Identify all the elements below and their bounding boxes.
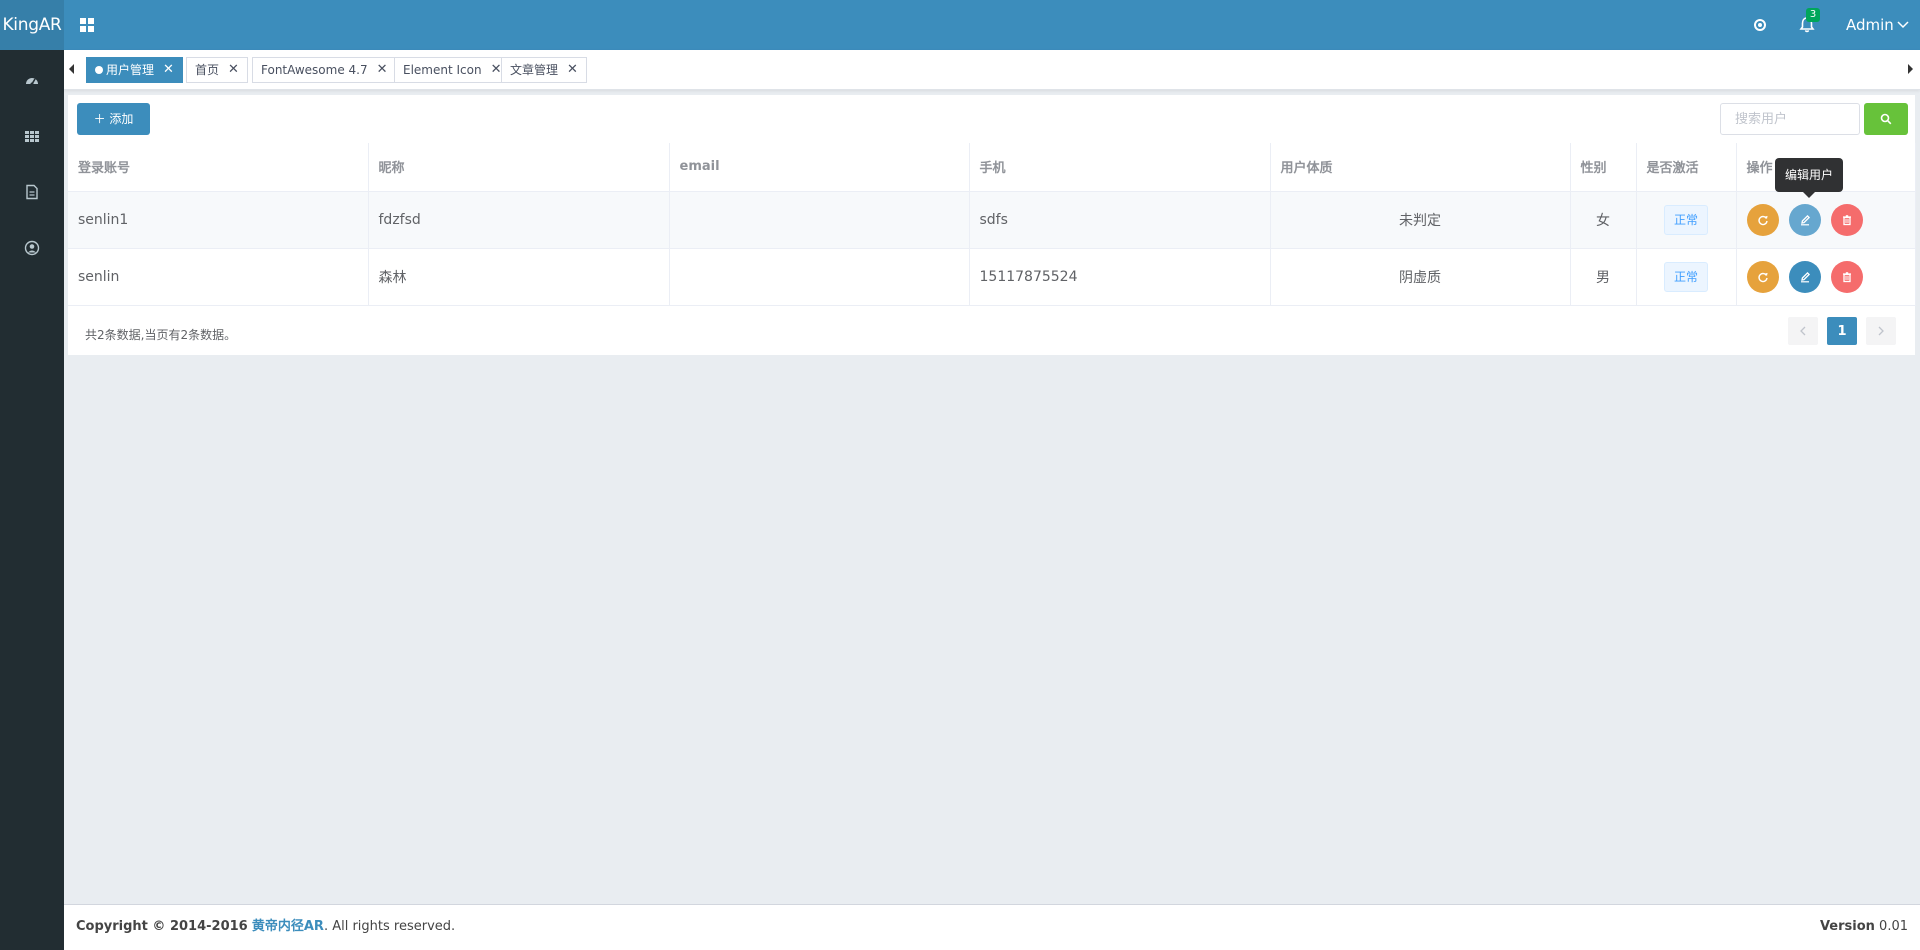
- close-icon[interactable]: ✕: [491, 58, 502, 82]
- sidebar-item-documents[interactable]: [0, 164, 64, 220]
- chevron-down-icon: [1897, 20, 1909, 28]
- tab-label: 用户管理: [106, 63, 155, 77]
- user-name: Admin: [1846, 16, 1894, 34]
- close-icon[interactable]: ✕: [567, 58, 578, 82]
- edit-icon: [1800, 271, 1810, 282]
- delete-user-button[interactable]: [1830, 260, 1863, 293]
- cell-actions: [1736, 248, 1916, 306]
- user-table: 登录账号 昵称 email 手机 用户体质 性别 是否激活 操作 senlin1…: [68, 143, 1916, 306]
- sidebar: [0, 50, 64, 950]
- cell-gender: 女: [1570, 191, 1637, 249]
- add-label: 添加: [109, 112, 134, 126]
- brand-link[interactable]: 黄帝内径AR: [252, 919, 324, 934]
- table-header-row: 登录账号 昵称 email 手机 用户体质 性别 是否激活 操作: [68, 143, 1916, 192]
- tab-user-management[interactable]: 用户管理 ✕: [86, 57, 183, 83]
- copyright-prefix: Copyright © 2014-2016: [76, 919, 248, 934]
- delete-user-button[interactable]: [1830, 203, 1863, 236]
- active-dot-icon: [95, 66, 103, 74]
- copyright: Copyright © 2014-2016 黄帝内径AR. All rights…: [76, 905, 455, 949]
- tabs-scroll-right-icon[interactable]: [1906, 63, 1916, 77]
- refresh-icon: [1757, 272, 1768, 282]
- dashboard-icon: [26, 78, 38, 86]
- cell-phone: 15117875524: [969, 248, 1271, 306]
- column-header[interactable]: 昵称: [368, 143, 670, 192]
- cell-active: 正常: [1636, 248, 1737, 306]
- chevron-left-icon: [1800, 326, 1806, 336]
- refresh-icon: [1757, 215, 1768, 225]
- apps-grid-icon: [25, 131, 39, 142]
- cell-nickname: 森林: [368, 248, 670, 306]
- tab-label: 首页: [195, 63, 220, 77]
- tabs-bar: 用户管理 ✕ 首页 ✕ FontAwesome 4.7 ✕ Element Ic…: [64, 50, 1920, 90]
- cell-email: [669, 248, 970, 306]
- edit-user-tooltip: 编辑用户: [1775, 158, 1844, 198]
- trash-icon: [1842, 214, 1851, 225]
- cell-active: 正常: [1636, 191, 1737, 249]
- column-header[interactable]: 手机: [969, 143, 1271, 192]
- edit-user-button[interactable]: [1788, 203, 1821, 236]
- app-logo[interactable]: KingAR: [0, 0, 64, 50]
- search-button[interactable]: [1864, 103, 1908, 135]
- status-badge: 正常: [1664, 261, 1708, 292]
- cell-email: [669, 191, 970, 249]
- version-value: 0.01: [1879, 919, 1908, 934]
- add-user-button[interactable]: ＋ 添加: [77, 103, 150, 135]
- cell-constitution: 未判定: [1270, 191, 1571, 249]
- close-icon[interactable]: ✕: [377, 58, 388, 82]
- table-row[interactable]: senlin 森林 15117875524 阴虚质 男 正常: [68, 248, 1916, 306]
- tab-label: Element Icon: [403, 63, 482, 77]
- tab-article-management[interactable]: 文章管理 ✕: [501, 57, 587, 83]
- next-page-button[interactable]: [1866, 317, 1896, 345]
- cell-gender: 男: [1570, 248, 1637, 306]
- pagination-summary: 共2条数据,当页有2条数据。: [85, 328, 237, 342]
- settings-icon[interactable]: [1750, 15, 1770, 35]
- sidebar-item-users[interactable]: [0, 220, 64, 276]
- edit-user-button[interactable]: [1788, 260, 1821, 293]
- cell-account: senlin1: [68, 191, 369, 249]
- close-icon[interactable]: ✕: [228, 58, 239, 82]
- cell-nickname: fdzfsd: [368, 191, 670, 249]
- search-icon: [1880, 113, 1892, 125]
- cell-phone: sdfs: [969, 191, 1271, 249]
- cell-actions: [1736, 191, 1916, 249]
- tab-label: 文章管理: [510, 63, 559, 77]
- tab-home[interactable]: 首页 ✕: [186, 57, 248, 83]
- copyright-suffix: . All rights reserved.: [323, 919, 456, 934]
- table-row[interactable]: senlin1 fdzfsd sdfs 未判定 女 正常: [68, 191, 1916, 249]
- user-menu[interactable]: Admin: [1846, 0, 1909, 50]
- apps-toggle-icon[interactable]: [78, 16, 96, 34]
- tab-label: FontAwesome 4.7: [261, 63, 368, 77]
- plus-icon: ＋: [93, 112, 106, 126]
- cell-account: senlin: [68, 248, 369, 306]
- tab-fontawesome[interactable]: FontAwesome 4.7 ✕: [252, 57, 397, 83]
- trash-icon: [1842, 271, 1851, 282]
- version-info: Version 0.01: [1820, 905, 1908, 949]
- user-circle-icon: [24, 240, 40, 256]
- column-header[interactable]: 是否激活: [1636, 143, 1737, 192]
- sidebar-item-apps[interactable]: [0, 108, 64, 164]
- sidebar-item-dashboard[interactable]: [0, 52, 64, 108]
- search-input[interactable]: [1720, 103, 1860, 135]
- page-number-button[interactable]: 1: [1827, 317, 1857, 345]
- user-management-panel: ＋ 添加 登录账号 昵称 email 手机 用户体质 性别 是否激活 操作 se…: [68, 95, 1916, 355]
- close-icon[interactable]: ✕: [163, 58, 174, 82]
- reset-button[interactable]: [1746, 203, 1779, 236]
- chevron-right-icon: [1878, 326, 1884, 336]
- status-badge: 正常: [1664, 204, 1708, 235]
- page-footer: Copyright © 2014-2016 黄帝内径AR. All rights…: [64, 904, 1920, 950]
- cell-constitution: 阴虚质: [1270, 248, 1571, 306]
- prev-page-button[interactable]: [1788, 317, 1818, 345]
- version-label: Version: [1819, 919, 1875, 934]
- column-header[interactable]: 性别: [1570, 143, 1637, 192]
- column-header[interactable]: email: [669, 143, 970, 192]
- top-header: KingAR 3 Admin: [0, 0, 1920, 50]
- reset-button[interactable]: [1746, 260, 1779, 293]
- column-header[interactable]: 登录账号: [68, 143, 369, 192]
- tabs-scroll-left-icon[interactable]: [68, 63, 78, 77]
- column-header[interactable]: 用户体质: [1270, 143, 1571, 192]
- edit-icon: [1800, 214, 1810, 225]
- tab-element-icon[interactable]: Element Icon ✕: [394, 57, 511, 83]
- notification-badge: 3: [1806, 8, 1820, 22]
- document-icon: [26, 184, 38, 200]
